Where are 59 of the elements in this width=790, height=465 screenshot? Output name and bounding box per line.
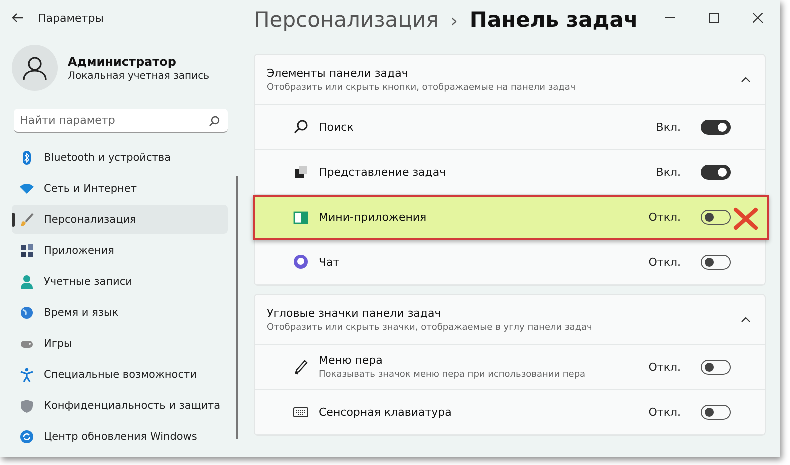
breadcrumb-link[interactable]: Персонализация <box>254 8 439 32</box>
nav-icon <box>20 398 34 412</box>
nav-icon <box>20 430 34 444</box>
section-subtitle: Отобразить или скрыть значки, отображаемые в углу панели задач <box>267 322 594 332</box>
back-arrow-icon[interactable] <box>12 13 24 23</box>
search-field[interactable]: Найти параметр <box>14 109 228 133</box>
cross-mark-icon <box>733 207 759 231</box>
sidebar-item[interactable]: Учетные записи <box>12 267 228 296</box>
section-subtitle: Отобразить или скрыть кнопки, отображаемые на панели задач <box>267 82 577 92</box>
toggle-switch[interactable] <box>701 254 731 270</box>
setting-label: Мини-приложения <box>319 211 428 224</box>
sidebar-item[interactable]: Центр обновления Windows <box>12 422 228 451</box>
nav-icon <box>20 182 34 196</box>
setting-label: Меню пера <box>319 354 384 367</box>
breadcrumb-separator: › <box>450 11 458 32</box>
toggle-switch[interactable] <box>701 120 731 134</box>
toggle-state-label: Вкл. <box>656 166 681 178</box>
nav-icon <box>20 274 34 288</box>
toggle-switch[interactable] <box>701 404 731 420</box>
sidebar-item[interactable]: Сеть и Интернет <box>12 174 228 203</box>
sidebar-item[interactable]: Специальные возможности <box>12 360 228 389</box>
nav-icon <box>20 306 34 320</box>
user-name: Администратор <box>68 54 178 68</box>
window-title: Параметры <box>38 12 104 24</box>
toggle-state-label: Вкл. <box>656 120 681 134</box>
sidebar-item[interactable]: Персонализация <box>12 205 228 234</box>
page-title: Панель задач <box>470 8 638 32</box>
toggle-state-label: Откл. <box>648 256 681 268</box>
search-icon <box>209 116 220 127</box>
toggle-state-label: Откл. <box>648 360 681 374</box>
section-header[interactable]: Угловые значки панели задач Отобразить или скрыть значки, отображаемые в углу панели задач <box>255 295 765 345</box>
nav-icon <box>20 368 34 382</box>
sidebar-item[interactable]: Игры <box>12 329 228 358</box>
section-title: Угловые значки панели задач <box>267 306 442 320</box>
sidebar-item[interactable]: Bluetooth и устройства <box>12 143 228 172</box>
setting-label: Сенсорная клавиатура <box>319 406 453 418</box>
account-type: Локальная учетная запись <box>68 70 210 82</box>
nav-icon <box>20 150 34 164</box>
section-title: Элементы панели задач <box>267 66 410 80</box>
nav-icon <box>20 212 34 226</box>
toggle-switch[interactable] <box>701 210 731 225</box>
sidebar-item[interactable]: Конфиденциальность и защита <box>12 391 228 420</box>
toggle-state-label: Откл. <box>648 406 681 418</box>
toggle-switch[interactable] <box>701 164 731 180</box>
toggle-switch[interactable] <box>701 360 731 374</box>
sidebar-item[interactable]: Время и язык <box>12 298 228 327</box>
setting-description: Показывать значок меню пера при использовании пера <box>319 370 587 380</box>
setting-icon <box>293 359 309 375</box>
setting-icon <box>293 119 309 135</box>
toggle-state-label: Откл. <box>648 211 681 224</box>
section-header[interactable]: Элементы панели задач Отобразить или скрыть кнопки, отображаемые на панели задач <box>255 55 765 105</box>
sidebar-item[interactable]: Приложения <box>12 236 228 265</box>
setting-label: Чат <box>319 256 341 268</box>
setting-icon <box>293 210 309 226</box>
setting-icon <box>293 254 309 270</box>
setting-label: Представление задач <box>319 166 448 178</box>
avatar-icon <box>12 45 58 91</box>
nav-icon <box>20 244 34 258</box>
setting-label: Поиск <box>319 120 355 134</box>
